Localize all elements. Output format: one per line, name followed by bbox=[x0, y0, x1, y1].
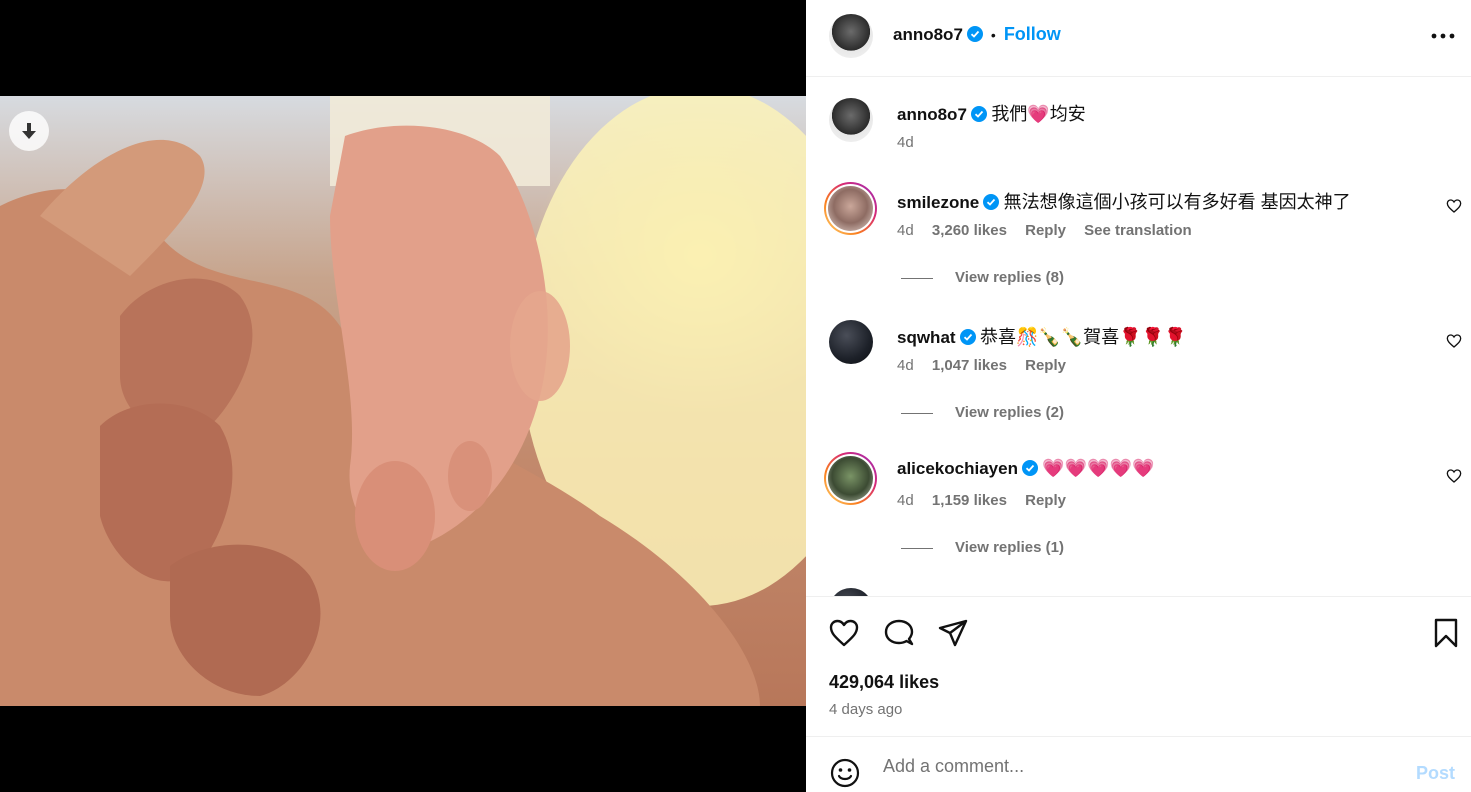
caption-text: 我們💗均安 bbox=[991, 104, 1086, 124]
reply-button[interactable]: Reply bbox=[1025, 492, 1066, 509]
download-icon bbox=[22, 123, 36, 139]
comment-likes[interactable]: 3,260 likes bbox=[932, 222, 1007, 239]
comment-username[interactable]: smilezone bbox=[897, 193, 979, 212]
comment-line: sqwhat 恭喜🎊🍾🍾賀喜🌹🌹🌹 bbox=[897, 323, 1187, 349]
view-replies-label: View replies (1) bbox=[955, 539, 1064, 556]
comment-like-heart-icon[interactable] bbox=[1446, 198, 1462, 214]
replies-divider bbox=[901, 547, 933, 549]
heart-icon[interactable] bbox=[828, 617, 860, 649]
comment-like-heart-icon[interactable] bbox=[1446, 333, 1462, 349]
bookmark-icon[interactable] bbox=[1430, 617, 1462, 649]
verified-badge-icon bbox=[970, 106, 987, 122]
send-icon[interactable] bbox=[937, 617, 969, 649]
comment-time: 4d bbox=[897, 357, 914, 374]
comment-likes[interactable]: 1,159 likes bbox=[932, 492, 1007, 509]
likes-count[interactable]: 429,064 likes bbox=[829, 672, 939, 693]
author-username[interactable]: anno8o7 bbox=[893, 25, 963, 44]
separator-dot: • bbox=[990, 27, 996, 43]
download-button[interactable] bbox=[9, 111, 49, 151]
comment-icon[interactable] bbox=[883, 617, 915, 649]
verified-badge-icon bbox=[983, 194, 1000, 210]
replies-divider bbox=[901, 412, 933, 414]
smiley-icon[interactable] bbox=[829, 757, 861, 789]
see-translation-button[interactable]: See translation bbox=[1084, 222, 1192, 239]
comments-list[interactable]: anno8o7 我們💗均安 4d smilezone 無法想像這個小孩可以有多好… bbox=[806, 78, 1471, 596]
author-avatar[interactable] bbox=[829, 14, 873, 58]
comment-meta: 4d 3,260 likes Reply See translation bbox=[897, 222, 1192, 239]
comment-likes[interactable]: 1,047 likes bbox=[932, 357, 1007, 374]
comment-username[interactable]: alicekochiayen bbox=[897, 459, 1018, 478]
post-header: anno8o7 • Follow bbox=[806, 0, 1471, 77]
comment-text: 恭喜🎊🍾🍾賀喜🌹🌹🌹 bbox=[980, 327, 1187, 347]
view-replies-button[interactable]: View replies (8) bbox=[806, 269, 1064, 286]
caption-avatar[interactable] bbox=[829, 98, 873, 142]
caption-username[interactable]: anno8o7 bbox=[897, 105, 967, 124]
comment-input[interactable] bbox=[883, 753, 1363, 779]
comment-meta: 4d 1,159 likes Reply bbox=[897, 492, 1066, 509]
view-replies-button[interactable]: View replies (2) bbox=[806, 404, 1064, 421]
comment-like-heart-icon[interactable] bbox=[1446, 468, 1462, 484]
author-line: anno8o7 • Follow bbox=[893, 24, 1061, 45]
comment-time: 4d bbox=[897, 222, 914, 239]
comment-avatar[interactable] bbox=[829, 320, 873, 364]
verified-badge-icon bbox=[959, 329, 976, 345]
comment-line: smilezone 無法想像這個小孩可以有多好看 基因太神了 bbox=[897, 188, 1351, 214]
replies-divider bbox=[901, 277, 933, 279]
comment-time: 4d bbox=[897, 492, 914, 509]
verified-badge-icon bbox=[966, 26, 983, 42]
caption-time: 4d bbox=[897, 134, 914, 151]
comment-line: alicekochiayen 💗💗💗💗💗 bbox=[897, 458, 1154, 479]
view-replies-label: View replies (8) bbox=[955, 269, 1064, 286]
comment-avatar[interactable] bbox=[829, 588, 873, 596]
comment-text: 無法想像這個小孩可以有多好看 基因太神了 bbox=[1003, 192, 1351, 212]
caption-line: anno8o7 我們💗均安 bbox=[897, 100, 1086, 126]
more-horizontal-icon[interactable] bbox=[1429, 24, 1457, 48]
comment-avatar[interactable] bbox=[824, 182, 877, 235]
photo-illustration bbox=[0, 96, 806, 706]
post-media bbox=[0, 0, 806, 792]
view-replies-label: View replies (2) bbox=[955, 404, 1064, 421]
post-timestamp: 4 days ago bbox=[829, 701, 903, 718]
follow-button[interactable]: Follow bbox=[1004, 24, 1061, 44]
post-detail-panel: anno8o7 • Follow anno8o7 我們💗均安 4d smilezon… bbox=[806, 0, 1471, 792]
reply-button[interactable]: Reply bbox=[1025, 222, 1066, 239]
post-photo[interactable] bbox=[0, 96, 806, 706]
comment-text: 💗💗💗💗💗 bbox=[1042, 458, 1155, 478]
post-actions: 429,064 likes 4 days ago bbox=[806, 596, 1471, 736]
comment-composer: Post bbox=[806, 736, 1471, 792]
post-comment-button[interactable]: Post bbox=[1416, 763, 1455, 784]
comment-username[interactable]: sqwhat bbox=[897, 328, 956, 347]
verified-badge-icon bbox=[1021, 460, 1038, 476]
reply-button[interactable]: Reply bbox=[1025, 357, 1066, 374]
comment-meta: 4d 1,047 likes Reply bbox=[897, 357, 1066, 374]
comment-avatar[interactable] bbox=[824, 452, 877, 505]
view-replies-button[interactable]: View replies (1) bbox=[806, 539, 1064, 556]
